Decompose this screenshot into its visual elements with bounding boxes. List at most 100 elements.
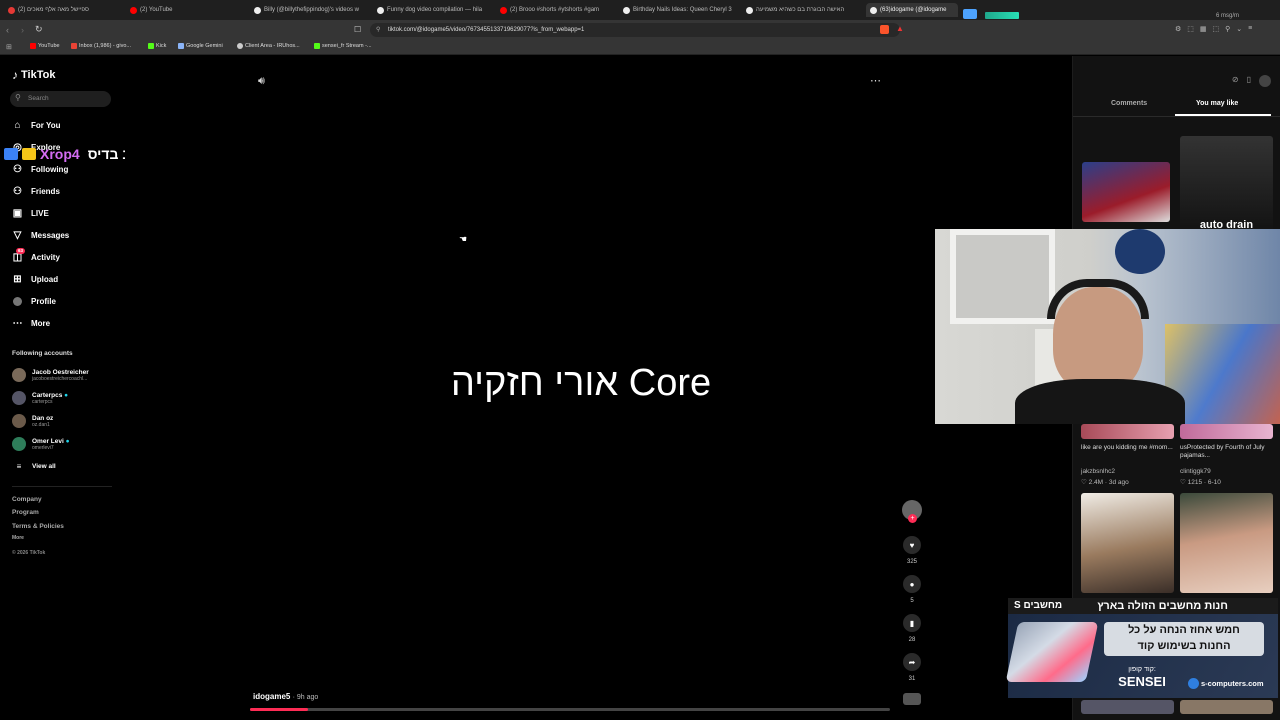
apps-grid-icon[interactable]: ⊞ [6, 43, 12, 51]
volume-icon[interactable]: 🔊︎ [258, 75, 265, 88]
extension-icon[interactable]: ▦ [1200, 25, 1207, 35]
extension-icon[interactable]: ⬚ [1213, 25, 1220, 35]
comment-button[interactable]: ● [903, 575, 921, 593]
video-overlay-text: אורי חזקיה Core [450, 362, 712, 404]
crown-icon [22, 148, 36, 160]
bookmark-item[interactable]: Client Area - IRUhos... [237, 43, 300, 49]
tab-you-may-like[interactable]: You may like [1196, 100, 1238, 107]
extension-icon[interactable]: ⚙ [1175, 25, 1181, 35]
nav-more[interactable]: ⋯ More [12, 318, 51, 329]
music-disc-icon[interactable] [903, 693, 921, 705]
video-progress-bar[interactable] [250, 708, 890, 711]
video-thumbnail[interactable]: auto drain [1180, 136, 1273, 236]
tiktok-icon [870, 6, 877, 14]
video-thumbnail[interactable] [1082, 162, 1170, 222]
tab-comments[interactable]: Comments [1111, 100, 1147, 107]
follow-plus-icon[interactable]: + [908, 514, 917, 523]
bookmark-item[interactable]: Inbox (1,986) - givo... [71, 43, 131, 49]
share-icon: ➦ [908, 657, 916, 667]
profile-avatar-icon [12, 296, 23, 307]
footer-link[interactable]: Terms & Policies [12, 523, 64, 530]
browser-tab[interactable]: Funny dog video compilation — hila [377, 3, 487, 17]
video-thumbnail[interactable] [1180, 700, 1273, 714]
card-author[interactable]: clintiggk79 [1180, 468, 1211, 475]
browser-tab[interactable]: (2) Brooo #shorts #ytshorts #gam [500, 3, 610, 17]
tiktok-icon [377, 6, 384, 14]
bookmark-item[interactable]: Kick [148, 43, 166, 49]
browser-tab[interactable]: (2) YouTube [130, 3, 240, 17]
following-account[interactable]: Carterpcs ● carterpcs [12, 391, 68, 405]
view-all-link[interactable]: ≡ View all [12, 462, 56, 471]
like-button[interactable]: ♥ [903, 536, 921, 554]
footer-link[interactable]: More [12, 535, 24, 541]
messages-icon: ▽ [13, 230, 22, 241]
video-thumbnail[interactable] [1081, 493, 1174, 593]
nav-upload[interactable]: ⊞ Upload [12, 274, 58, 285]
ram-stick-image [1005, 622, 1099, 682]
bookmark-item[interactable]: Google Gemini [178, 43, 223, 49]
following-account[interactable]: Dan oz oz.dan1 [12, 414, 53, 428]
bookmark-star-icon[interactable]: ☐ [354, 25, 361, 34]
extension-icon[interactable]: ⌄ [1236, 25, 1242, 35]
footer-link[interactable]: Program [12, 509, 39, 516]
search-input[interactable]: ⚲ Search [10, 91, 111, 107]
comment-count: 5 [910, 598, 914, 604]
chat-rate-label: 6 msg/m [1216, 13, 1240, 19]
card-caption[interactable]: like are you kidding me #mom... [1081, 444, 1176, 452]
video-thumbnail[interactable] [1180, 493, 1273, 593]
back-icon[interactable]: ‹ [6, 25, 9, 35]
video-thumbnail[interactable] [1081, 424, 1174, 439]
card-author[interactable]: jakzbsnlhc2 [1081, 468, 1115, 475]
window-icon[interactable]: ▯ [1247, 75, 1251, 88]
user-avatar[interactable] [1259, 75, 1271, 87]
rewards-icon[interactable]: ▲ [896, 24, 904, 33]
extension-icon[interactable]: ⬚ [1187, 25, 1194, 35]
nav-for-you[interactable]: ⌂ For You [12, 120, 60, 131]
brave-shield-icon[interactable] [880, 25, 889, 34]
youtube-icon [30, 43, 36, 49]
save-button[interactable]: ▮ [903, 614, 921, 632]
following-account[interactable]: Omer Levi ● omerlevi7 [12, 437, 70, 451]
comment-icon: ● [909, 579, 915, 589]
avatar [12, 437, 26, 451]
video-author[interactable]: idogame5 [253, 692, 290, 701]
tiktok-logo[interactable]: ♪ TikTok [12, 68, 55, 82]
browser-tab[interactable]: האישה הבוגרת בם כשהיא משמיעה [746, 3, 856, 17]
nav-live[interactable]: ▣ LIVE [12, 208, 49, 219]
browser-tab[interactable]: ספיישל מאה אלף מאכים (2) [8, 3, 123, 17]
like-count: 325 [906, 559, 917, 565]
nav-activity[interactable]: ◫ 63 Activity [12, 248, 60, 263]
following-account[interactable]: Jacob Oestreicher jacoboestreichercoachl.… [12, 368, 89, 382]
extension-icons[interactable]: ⚙ ⬚ ▦ ⬚ ⚲ ⌄ ≡ [1175, 25, 1275, 35]
list-icon: ≡ [16, 462, 22, 471]
footer-link[interactable]: Company [12, 496, 42, 503]
browser-tab-active[interactable]: (63)idogame (@idogame [866, 3, 958, 17]
more-options-icon[interactable]: ⋯ [870, 74, 881, 87]
browser-tab[interactable]: Billy (@billythefippindog)'s videos w [254, 3, 364, 17]
extension-icon[interactable]: ⚲ [1225, 25, 1230, 35]
more-icon: ⋯ [12, 318, 23, 329]
address-bar[interactable]: ⚲ tiktok.com/@idogame5/video/76734551337… [370, 23, 900, 37]
info-icon[interactable]: ⊘ [1232, 75, 1239, 88]
bookmark-item[interactable]: sensei_fr Stream -... [314, 43, 372, 49]
home-icon: ⌂ [14, 120, 21, 131]
ad-site: s-computers.com [1188, 678, 1264, 689]
share-button[interactable]: ➦ [903, 653, 921, 671]
site-info-icon[interactable]: ⚲ [376, 23, 380, 37]
video-thumbnail[interactable] [1081, 700, 1174, 714]
video-thumbnail[interactable] [1180, 424, 1273, 439]
nav-profile[interactable]: Profile [12, 296, 56, 307]
card-caption[interactable]: usProtected by Fourth of July pajamas... [1180, 444, 1275, 460]
browser-tab[interactable]: Birthday Nails Ideas: Queen Cheryl 3 [623, 3, 733, 17]
nav-messages[interactable]: ▽ Messages [12, 230, 70, 241]
video-player[interactable]: 🔊︎ ⋯ ☚ אורי חזקיה Core idogame5 · 9h ago [125, 56, 1072, 720]
chat-bubble-icon [963, 9, 977, 19]
nav-friends[interactable]: ⚇ Friends [12, 186, 60, 197]
nav-following[interactable]: ⚇ Following [12, 164, 68, 175]
upload-icon: ⊞ [13, 274, 22, 285]
bookmark-item[interactable]: YouTube [30, 43, 60, 49]
menu-icon[interactable]: ≡ [1248, 25, 1252, 35]
forward-icon[interactable]: › [21, 25, 24, 35]
video-author-line[interactable]: idogame5 · 9h ago [253, 692, 318, 701]
reload-icon[interactable]: ↻ [35, 24, 43, 35]
